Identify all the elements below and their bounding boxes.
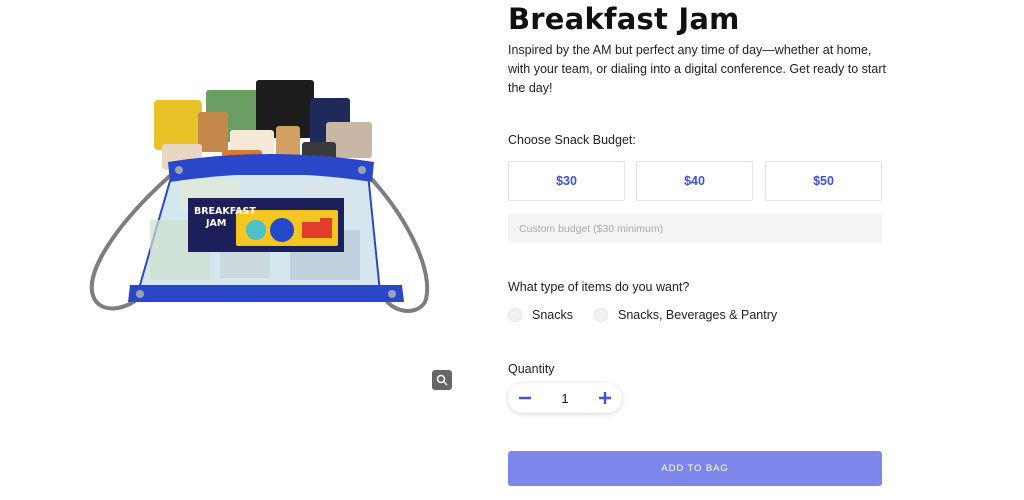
items-type-label: What type of items do you want? <box>508 280 690 294</box>
increment-button[interactable] <box>596 389 614 407</box>
product-description: Inspired by the AM but perfect any time … <box>508 43 886 95</box>
quantity-label: Quantity <box>508 362 555 376</box>
budget-options: $30 $40 $50 <box>508 161 882 201</box>
snack-bag-illustration: BREAKFAST JAM <box>89 80 430 313</box>
radio-label-snacks-beverages-pantry: Snacks, Beverages & Pantry <box>618 308 778 322</box>
plus-icon <box>598 392 611 404</box>
minus-icon <box>519 396 531 400</box>
radio-button[interactable] <box>594 308 608 322</box>
budget-label: Choose Snack Budget: <box>508 133 636 147</box>
radio-option-snacks[interactable]: Snacks <box>508 307 573 323</box>
decrement-button[interactable] <box>516 389 534 407</box>
bag-label-line1: BREAKFAST <box>194 206 256 217</box>
budget-option-30[interactable]: $30 <box>508 161 625 201</box>
radio-label-snacks: Snacks <box>532 308 573 322</box>
product-title: Breakfast Jam <box>508 2 740 36</box>
radio-option-snacks-beverages-pantry[interactable]: Snacks, Beverages & Pantry <box>594 307 777 323</box>
bag-label-line2: JAM <box>205 218 226 229</box>
budget-option-40[interactable]: $40 <box>636 161 753 201</box>
zoom-button[interactable] <box>432 370 452 390</box>
radio-button[interactable] <box>508 308 522 322</box>
add-to-bag-button[interactable]: ADD TO BAG <box>508 451 882 486</box>
magnifier-icon <box>436 374 448 386</box>
product-image: BREAKFAST JAM <box>80 70 440 340</box>
custom-budget-input[interactable] <box>508 214 882 243</box>
quantity-value[interactable]: 1 <box>561 391 568 406</box>
budget-option-50[interactable]: $50 <box>765 161 882 201</box>
quantity-stepper: 1 <box>508 383 622 413</box>
